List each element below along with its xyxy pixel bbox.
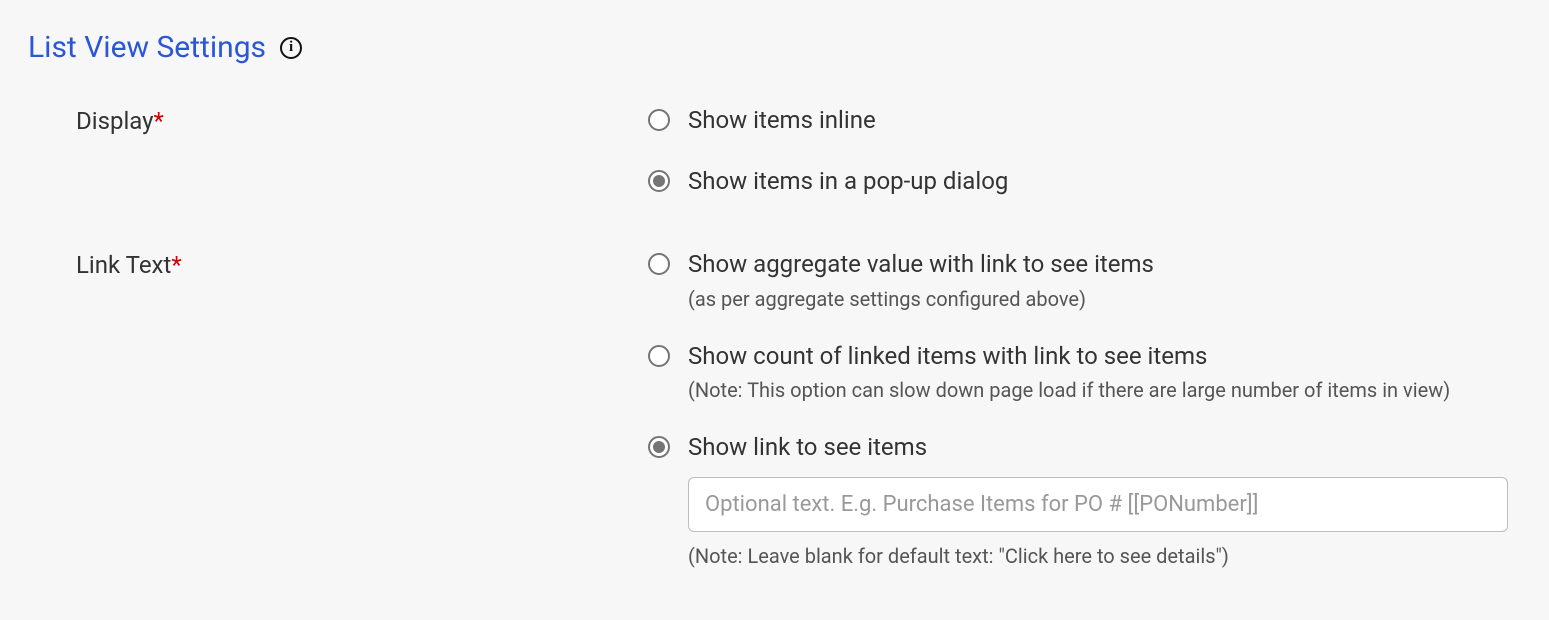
radio-icon bbox=[648, 436, 670, 458]
linktext-input-hint: (Note: Leave blank for default text: "Cl… bbox=[688, 544, 1521, 568]
radio-label: Show count of linked items with link to … bbox=[688, 341, 1450, 372]
display-row: Display* Show items inline Show items in… bbox=[28, 105, 1521, 211]
radio-label-block: Show aggregate value with link to see it… bbox=[688, 249, 1154, 310]
required-asterisk: * bbox=[171, 251, 181, 279]
radio-label-block: Show items inline bbox=[688, 105, 876, 136]
radio-display-inline[interactable]: Show items inline bbox=[648, 105, 1521, 136]
section-title: List View Settings bbox=[28, 30, 266, 65]
radio-icon bbox=[648, 253, 670, 275]
radio-display-popup[interactable]: Show items in a pop-up dialog bbox=[648, 166, 1521, 197]
radio-label-block: Show link to see items bbox=[688, 432, 927, 463]
radio-icon bbox=[648, 345, 670, 367]
display-label: Display* bbox=[76, 107, 164, 135]
linktext-controls: Show aggregate value with link to see it… bbox=[648, 249, 1521, 568]
display-label-col: Display* bbox=[28, 105, 648, 135]
linktext-input[interactable] bbox=[688, 477, 1508, 532]
radio-icon bbox=[648, 170, 670, 192]
linktext-row: Link Text* Show aggregate value with lin… bbox=[28, 249, 1521, 568]
section-header: List View Settings i bbox=[28, 30, 1521, 65]
radio-label: Show aggregate value with link to see it… bbox=[688, 249, 1154, 280]
linktext-label-text: Link Text bbox=[76, 251, 171, 279]
radio-icon bbox=[648, 109, 670, 131]
display-controls: Show items inline Show items in a pop-up… bbox=[648, 105, 1521, 211]
radio-label-block: Show items in a pop-up dialog bbox=[688, 166, 1008, 197]
radio-label-block: Show count of linked items with link to … bbox=[688, 341, 1450, 402]
radio-label: Show items in a pop-up dialog bbox=[688, 166, 1008, 197]
radio-label: Show items inline bbox=[688, 105, 876, 136]
display-label-text: Display bbox=[76, 107, 154, 135]
radio-linktext-count[interactable]: Show count of linked items with link to … bbox=[648, 341, 1521, 402]
radio-hint: (Note: This option can slow down page lo… bbox=[688, 378, 1450, 402]
linktext-label-col: Link Text* bbox=[28, 249, 648, 279]
info-icon[interactable]: i bbox=[280, 37, 302, 59]
radio-linktext-link[interactable]: Show link to see items bbox=[648, 432, 1521, 463]
linktext-label: Link Text* bbox=[76, 251, 182, 279]
radio-label: Show link to see items bbox=[688, 432, 927, 463]
radio-linktext-aggregate[interactable]: Show aggregate value with link to see it… bbox=[648, 249, 1521, 310]
radio-hint: (as per aggregate settings configured ab… bbox=[688, 287, 1154, 311]
required-asterisk: * bbox=[154, 107, 164, 135]
